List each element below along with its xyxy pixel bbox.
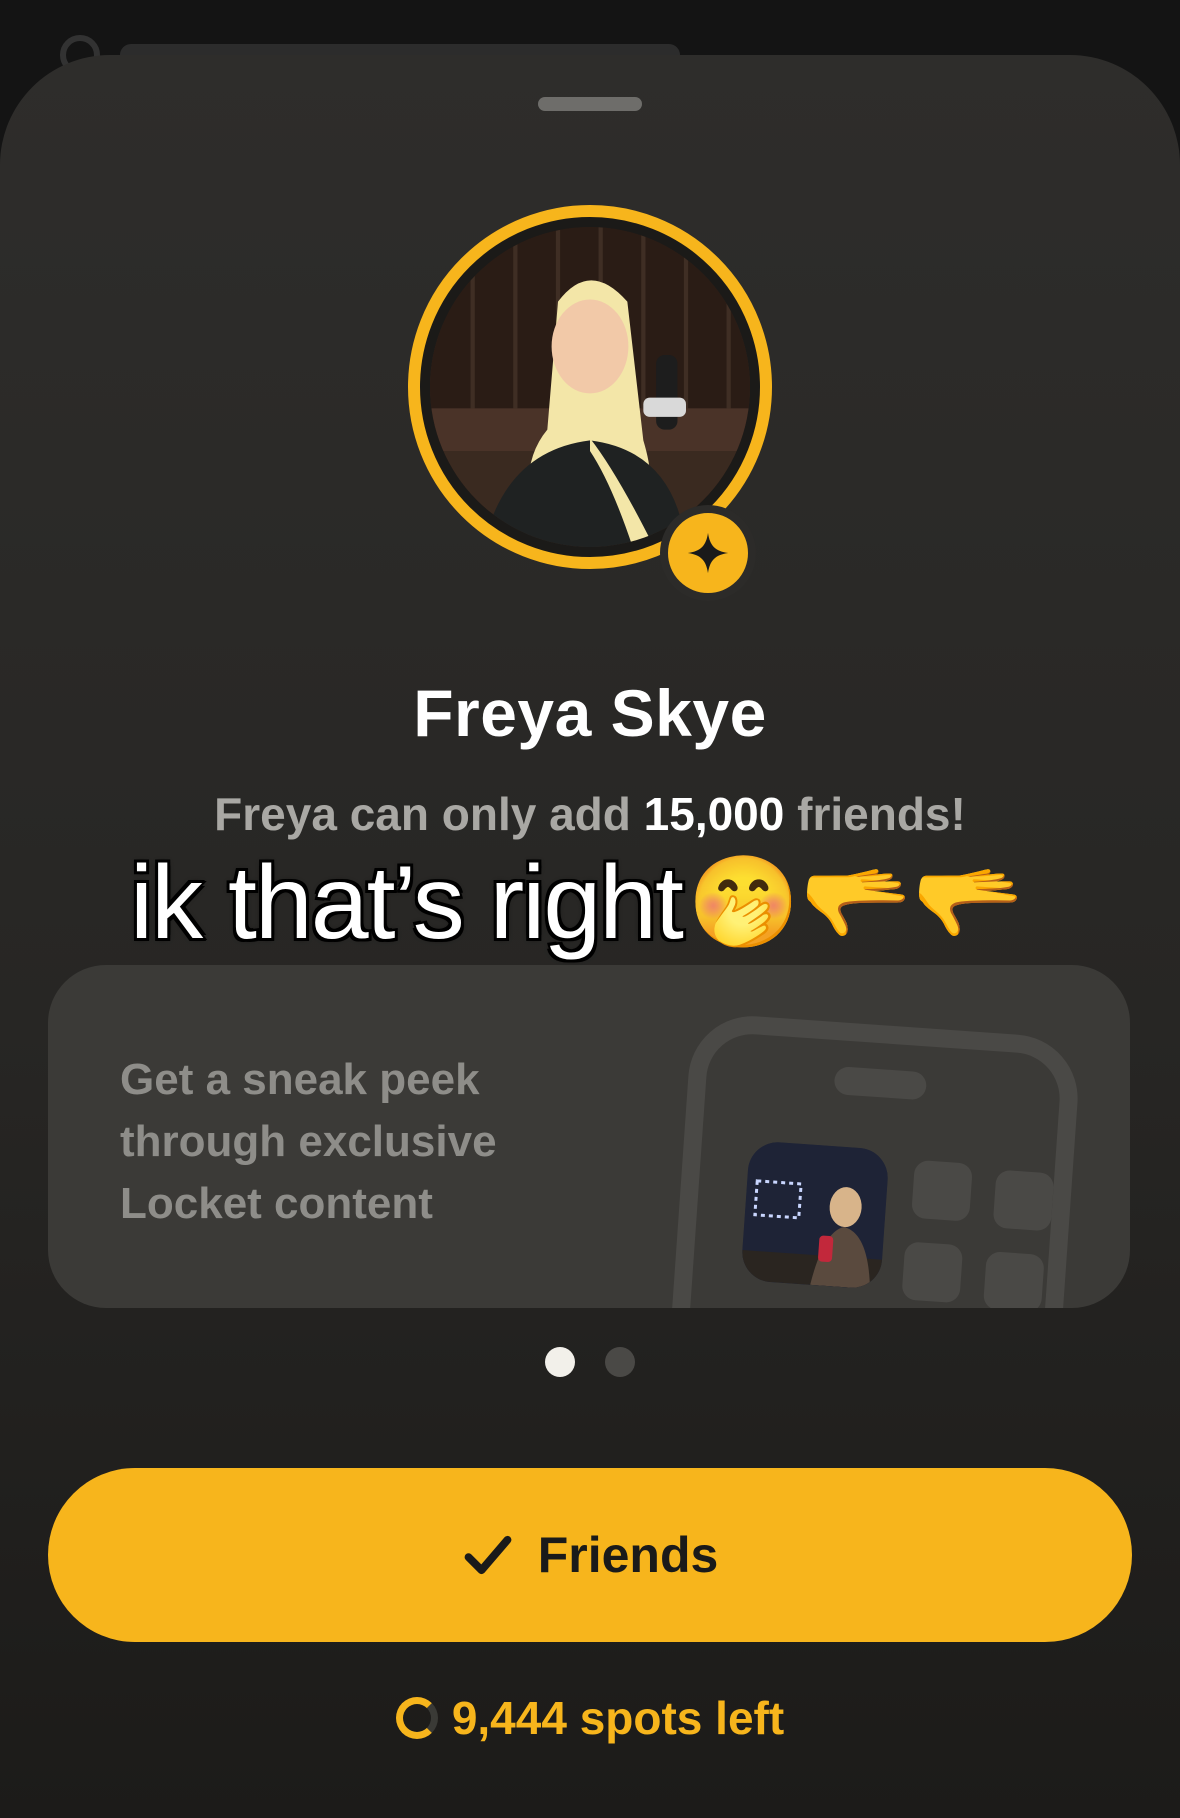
verified-star-badge	[660, 505, 756, 601]
app-icon-placeholder	[992, 1169, 1055, 1232]
friend-limit-text: Freya can only add 15,000 friends!	[0, 787, 1180, 841]
spots-left-indicator: 9,444 spots left	[0, 1691, 1180, 1745]
avatar[interactable]	[430, 227, 750, 547]
friend-limit-suffix: friends!	[784, 788, 966, 840]
video-caption-overlay: ik that’s right 🤭🫳🫳	[128, 843, 1025, 963]
app-icon-placeholder	[982, 1251, 1045, 1308]
feature-card-text: Get a sneak peek through exclusive Locke…	[120, 1055, 497, 1228]
feature-carousel-card[interactable]: Get a sneak peek through exclusive Locke…	[48, 965, 1130, 1308]
caption-text: ik that’s right	[128, 843, 686, 963]
app-icon-placeholder	[901, 1241, 964, 1304]
widget-photo-image	[740, 1140, 890, 1290]
checkmark-icon	[464, 1535, 512, 1575]
profile-name: Freya Skye	[413, 676, 767, 750]
phone-illustration	[660, 1011, 1082, 1308]
friend-limit-prefix: Freya can only add	[214, 788, 644, 840]
pagination-dot[interactable]	[605, 1347, 635, 1377]
app-icon-placeholder	[911, 1159, 973, 1222]
phone-notch	[833, 1066, 928, 1101]
loading-ring-icon	[395, 1697, 438, 1739]
friend-limit-count: 15,000	[643, 788, 785, 840]
friends-button[interactable]: Friends	[48, 1468, 1132, 1642]
spots-left-text: 9,444 spots left	[451, 1692, 785, 1744]
caption-emojis: 🤭🫳🫳	[687, 853, 1025, 953]
pagination-dot-active[interactable]	[545, 1347, 575, 1377]
locket-widget-photo	[740, 1140, 890, 1290]
carousel-pagination	[545, 1347, 635, 1377]
friends-button-label: Friends	[537, 1527, 719, 1583]
sheet-grabber-handle[interactable]	[538, 97, 642, 111]
sparkle-star-icon	[687, 532, 729, 574]
avatar-photo	[430, 227, 750, 547]
